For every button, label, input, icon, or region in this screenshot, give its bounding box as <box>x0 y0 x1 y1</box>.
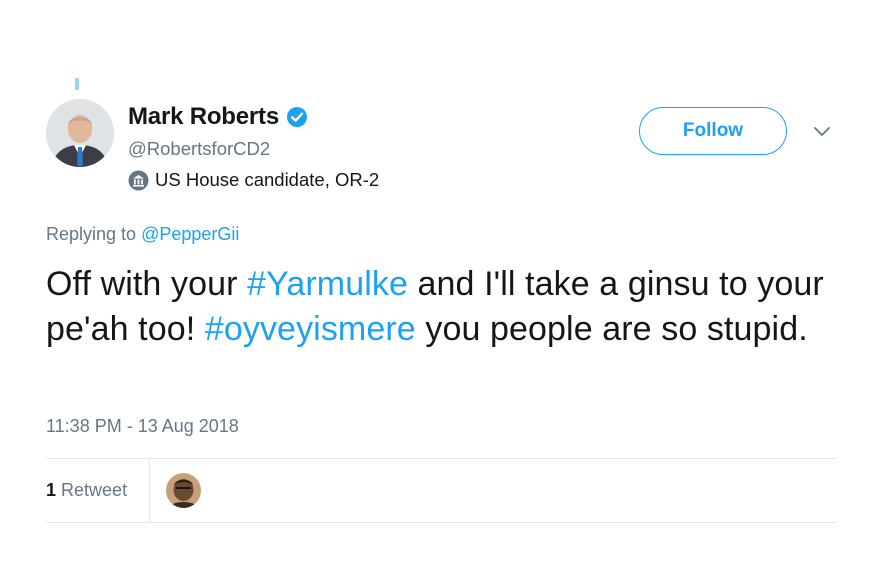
user-handle[interactable]: @RobertsforCD2 <box>128 138 270 160</box>
avatar[interactable] <box>46 99 114 167</box>
divider <box>149 459 150 523</box>
timestamp[interactable]: 11:38 PM - 13 Aug 2018 <box>46 416 239 437</box>
profile-photo-icon <box>46 99 114 167</box>
retweeter-avatar[interactable] <box>166 473 201 508</box>
tweet-text-part: Off with your <box>46 265 248 303</box>
replying-to-label: Replying to <box>46 224 142 244</box>
retweet-count: 1 <box>46 480 57 500</box>
retweet-stats[interactable]: 1 Retweet <box>46 480 127 501</box>
follow-button[interactable]: Follow <box>639 107 787 155</box>
hashtag-link[interactable]: #oyveyismere <box>205 310 416 348</box>
verified-badge-icon <box>286 106 308 128</box>
profile-photo-icon <box>166 473 201 508</box>
divider <box>46 522 836 523</box>
display-name[interactable]: Mark Roberts <box>128 103 279 131</box>
mention-link[interactable]: @PepperGii <box>141 224 239 244</box>
hashtag-link[interactable]: #Yarmulke <box>247 265 408 303</box>
replying-to: Replying to @PepperGii <box>46 224 239 245</box>
tweet-text-part: you people are so stupid. <box>415 310 808 348</box>
display-name-row: Mark Roberts <box>128 103 308 131</box>
government-label: US House candidate, OR-2 <box>128 169 379 191</box>
divider <box>46 458 836 459</box>
decorative-tick <box>75 78 79 90</box>
chevron-down-icon[interactable] <box>812 124 832 138</box>
retweet-label: Retweet <box>61 480 128 500</box>
government-building-icon <box>128 170 149 191</box>
government-label-text: US House candidate, OR-2 <box>155 169 380 190</box>
tweet-text: Off with your #Yarmulke and I'll take a … <box>46 262 836 352</box>
